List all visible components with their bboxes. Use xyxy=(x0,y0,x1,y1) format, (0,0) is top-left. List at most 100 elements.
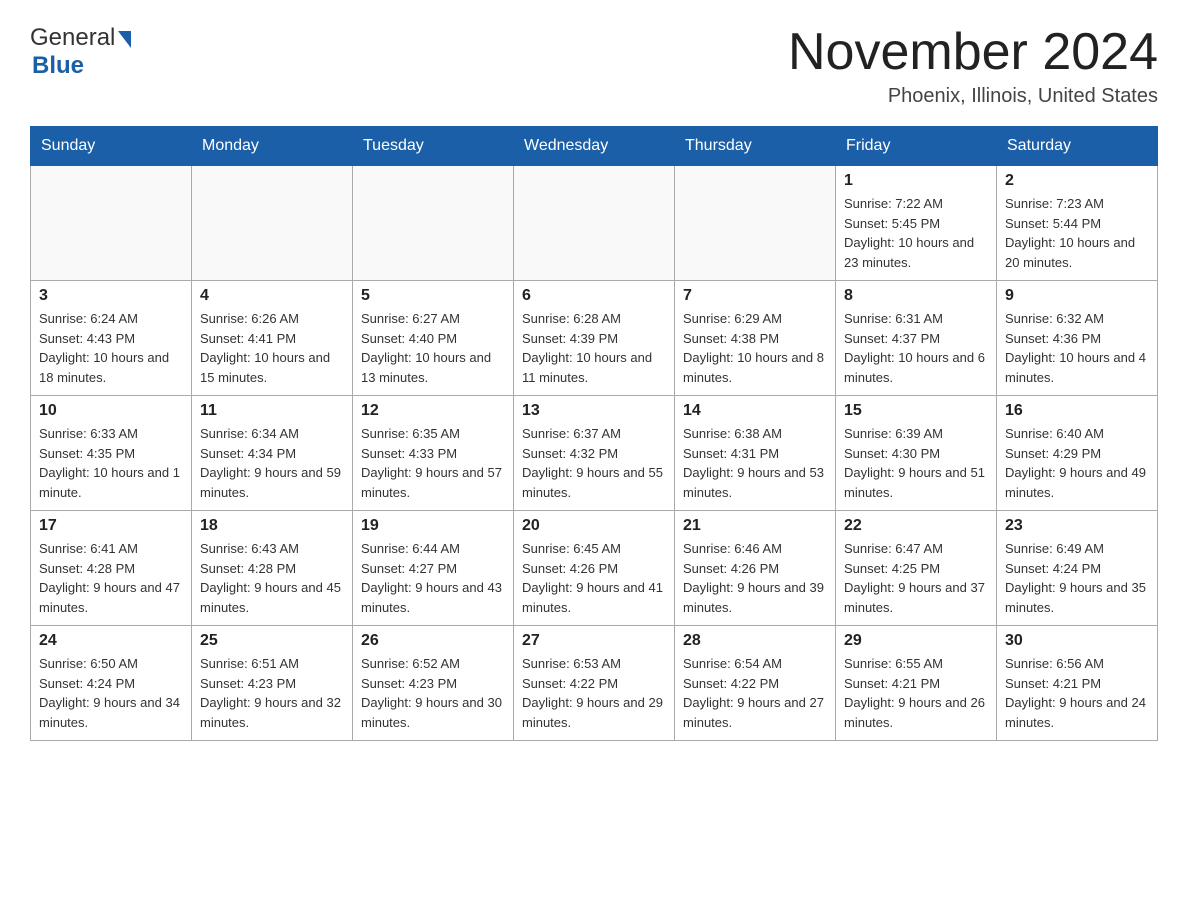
day-info: Sunrise: 6:34 AMSunset: 4:34 PMDaylight:… xyxy=(200,424,344,502)
calendar-week-5: 24 Sunrise: 6:50 AMSunset: 4:24 PMDayligh… xyxy=(31,626,1158,741)
calendar-table: SundayMondayTuesdayWednesdayThursdayFrid… xyxy=(30,126,1158,741)
calendar-subtitle: Phoenix, Illinois, United States xyxy=(788,85,1158,108)
day-number: 13 xyxy=(522,402,666,420)
calendar-cell: 1 Sunrise: 7:22 AMSunset: 5:45 PMDaylight… xyxy=(836,166,997,281)
calendar-cell: 4Sunrise: 6:26 AMSunset: 4:41 PMDaylight… xyxy=(192,281,353,396)
day-number: 10 xyxy=(39,402,183,420)
day-info: Sunrise: 6:29 AMSunset: 4:38 PMDaylight:… xyxy=(683,309,827,387)
day-number: 1 xyxy=(844,172,988,190)
calendar-cell: 9 Sunrise: 6:32 AMSunset: 4:36 PMDaylight… xyxy=(997,281,1158,396)
calendar-cell: 15Sunrise: 6:39 AMSunset: 4:30 PMDayligh… xyxy=(836,396,997,511)
day-info: Sunrise: 6:55 AMSunset: 4:21 PMDaylight:… xyxy=(844,654,988,732)
day-number: 26 xyxy=(361,632,505,650)
day-info: Sunrise: 6:37 AMSunset: 4:32 PMDaylight:… xyxy=(522,424,666,502)
day-number: 24 xyxy=(39,632,183,650)
calendar-cell: 25 Sunrise: 6:51 AMSunset: 4:23 PMDayligh… xyxy=(192,626,353,741)
day-number: 30 xyxy=(1005,632,1149,650)
weekday-header-row: SundayMondayTuesdayWednesdayThursdayFrid… xyxy=(31,127,1158,166)
day-number: 6 xyxy=(522,287,666,305)
day-info: Sunrise: 6:41 AMSunset: 4:28 PMDaylight:… xyxy=(39,539,183,617)
calendar-cell: 6 Sunrise: 6:28 AMSunset: 4:39 PMDaylight… xyxy=(514,281,675,396)
page-header: General Blue November 2024 Phoenix, Illi… xyxy=(30,24,1158,108)
logo-general-text: General xyxy=(30,24,115,52)
weekday-header-tuesday: Tuesday xyxy=(353,127,514,166)
day-info: Sunrise: 6:32 AMSunset: 4:36 PMDaylight:… xyxy=(1005,309,1149,387)
calendar-cell xyxy=(353,166,514,281)
calendar-cell: 3 Sunrise: 6:24 AMSunset: 4:43 PMDaylight… xyxy=(31,281,192,396)
calendar-cell: 16 Sunrise: 6:40 AMSunset: 4:29 PMDayligh… xyxy=(997,396,1158,511)
day-info: Sunrise: 6:54 AMSunset: 4:22 PMDaylight:… xyxy=(683,654,827,732)
day-number: 14 xyxy=(683,402,827,420)
calendar-cell: 2Sunrise: 7:23 AMSunset: 5:44 PMDaylight… xyxy=(997,166,1158,281)
day-number: 2 xyxy=(1005,172,1149,190)
day-number: 16 xyxy=(1005,402,1149,420)
calendar-cell: 12Sunrise: 6:35 AMSunset: 4:33 PMDayligh… xyxy=(353,396,514,511)
day-number: 8 xyxy=(844,287,988,305)
calendar-cell: 20Sunrise: 6:45 AMSunset: 4:26 PMDayligh… xyxy=(514,511,675,626)
day-number: 11 xyxy=(200,402,344,420)
day-number: 18 xyxy=(200,517,344,535)
day-info: Sunrise: 6:53 AMSunset: 4:22 PMDaylight:… xyxy=(522,654,666,732)
day-number: 3 xyxy=(39,287,183,305)
day-info: Sunrise: 6:33 AMSunset: 4:35 PMDaylight:… xyxy=(39,424,183,502)
weekday-header-sunday: Sunday xyxy=(31,127,192,166)
day-number: 7 xyxy=(683,287,827,305)
calendar-cell xyxy=(31,166,192,281)
calendar-title: November 2024 xyxy=(788,24,1158,81)
calendar-cell: 5Sunrise: 6:27 AMSunset: 4:40 PMDaylight… xyxy=(353,281,514,396)
day-info: Sunrise: 6:46 AMSunset: 4:26 PMDaylight:… xyxy=(683,539,827,617)
calendar-cell: 30 Sunrise: 6:56 AMSunset: 4:21 PMDayligh… xyxy=(997,626,1158,741)
day-info: Sunrise: 6:31 AMSunset: 4:37 PMDaylight:… xyxy=(844,309,988,387)
day-number: 22 xyxy=(844,517,988,535)
calendar-cell: 11 Sunrise: 6:34 AMSunset: 4:34 PMDayligh… xyxy=(192,396,353,511)
weekday-header-wednesday: Wednesday xyxy=(514,127,675,166)
day-number: 15 xyxy=(844,402,988,420)
calendar-cell: 28 Sunrise: 6:54 AMSunset: 4:22 PMDayligh… xyxy=(675,626,836,741)
day-number: 9 xyxy=(1005,287,1149,305)
calendar-cell: 7 Sunrise: 6:29 AMSunset: 4:38 PMDaylight… xyxy=(675,281,836,396)
day-info: Sunrise: 6:24 AMSunset: 4:43 PMDaylight:… xyxy=(39,309,183,387)
calendar-cell: 14Sunrise: 6:38 AMSunset: 4:31 PMDayligh… xyxy=(675,396,836,511)
day-number: 19 xyxy=(361,517,505,535)
day-info: Sunrise: 6:28 AMSunset: 4:39 PMDaylight:… xyxy=(522,309,666,387)
day-number: 28 xyxy=(683,632,827,650)
weekday-header-friday: Friday xyxy=(836,127,997,166)
calendar-cell xyxy=(514,166,675,281)
day-info: Sunrise: 6:40 AMSunset: 4:29 PMDaylight:… xyxy=(1005,424,1149,502)
calendar-cell: 19Sunrise: 6:44 AMSunset: 4:27 PMDayligh… xyxy=(353,511,514,626)
calendar-cell: 10 Sunrise: 6:33 AMSunset: 4:35 PMDayligh… xyxy=(31,396,192,511)
calendar-cell: 18 Sunrise: 6:43 AMSunset: 4:28 PMDayligh… xyxy=(192,511,353,626)
day-info: Sunrise: 6:51 AMSunset: 4:23 PMDaylight:… xyxy=(200,654,344,732)
calendar-cell: 21 Sunrise: 6:46 AMSunset: 4:26 PMDayligh… xyxy=(675,511,836,626)
logo-blue-text: Blue xyxy=(32,52,84,79)
calendar-cell: 27 Sunrise: 6:53 AMSunset: 4:22 PMDayligh… xyxy=(514,626,675,741)
day-number: 20 xyxy=(522,517,666,535)
weekday-header-saturday: Saturday xyxy=(997,127,1158,166)
calendar-week-2: 3 Sunrise: 6:24 AMSunset: 4:43 PMDaylight… xyxy=(31,281,1158,396)
day-info: Sunrise: 6:56 AMSunset: 4:21 PMDaylight:… xyxy=(1005,654,1149,732)
calendar-cell: 17Sunrise: 6:41 AMSunset: 4:28 PMDayligh… xyxy=(31,511,192,626)
day-number: 21 xyxy=(683,517,827,535)
day-number: 29 xyxy=(844,632,988,650)
calendar-cell: 23Sunrise: 6:49 AMSunset: 4:24 PMDayligh… xyxy=(997,511,1158,626)
day-number: 25 xyxy=(200,632,344,650)
calendar-cell: 26Sunrise: 6:52 AMSunset: 4:23 PMDayligh… xyxy=(353,626,514,741)
day-info: Sunrise: 6:26 AMSunset: 4:41 PMDaylight:… xyxy=(200,309,344,387)
calendar-week-4: 17Sunrise: 6:41 AMSunset: 4:28 PMDayligh… xyxy=(31,511,1158,626)
day-info: Sunrise: 6:50 AMSunset: 4:24 PMDaylight:… xyxy=(39,654,183,732)
day-info: Sunrise: 7:22 AMSunset: 5:45 PMDaylight:… xyxy=(844,194,988,272)
calendar-cell xyxy=(675,166,836,281)
calendar-cell: 8 Sunrise: 6:31 AMSunset: 4:37 PMDaylight… xyxy=(836,281,997,396)
day-number: 27 xyxy=(522,632,666,650)
calendar-cell: 13 Sunrise: 6:37 AMSunset: 4:32 PMDayligh… xyxy=(514,396,675,511)
calendar-week-3: 10 Sunrise: 6:33 AMSunset: 4:35 PMDayligh… xyxy=(31,396,1158,511)
day-number: 5 xyxy=(361,287,505,305)
day-info: Sunrise: 6:43 AMSunset: 4:28 PMDaylight:… xyxy=(200,539,344,617)
logo: General Blue xyxy=(30,24,131,80)
calendar-cell xyxy=(192,166,353,281)
day-number: 23 xyxy=(1005,517,1149,535)
weekday-header-thursday: Thursday xyxy=(675,127,836,166)
day-info: Sunrise: 6:47 AMSunset: 4:25 PMDaylight:… xyxy=(844,539,988,617)
day-info: Sunrise: 6:35 AMSunset: 4:33 PMDaylight:… xyxy=(361,424,505,502)
calendar-week-1: 1 Sunrise: 7:22 AMSunset: 5:45 PMDaylight… xyxy=(31,166,1158,281)
